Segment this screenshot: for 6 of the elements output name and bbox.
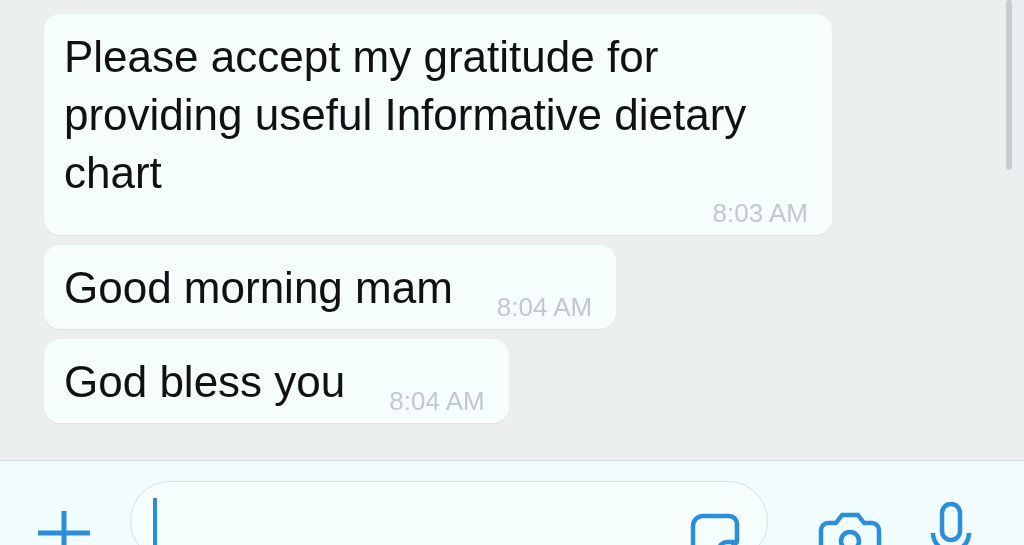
- message-field[interactable]: [130, 481, 768, 545]
- message-text: God bless you: [64, 356, 346, 408]
- microphone-icon[interactable]: [928, 501, 974, 545]
- scrollbar[interactable]: [1006, 0, 1012, 170]
- message-text: Please accept my gratitude for providing useful Informative dietary chart: [64, 31, 748, 199]
- message-text: Good morning mam: [64, 262, 453, 314]
